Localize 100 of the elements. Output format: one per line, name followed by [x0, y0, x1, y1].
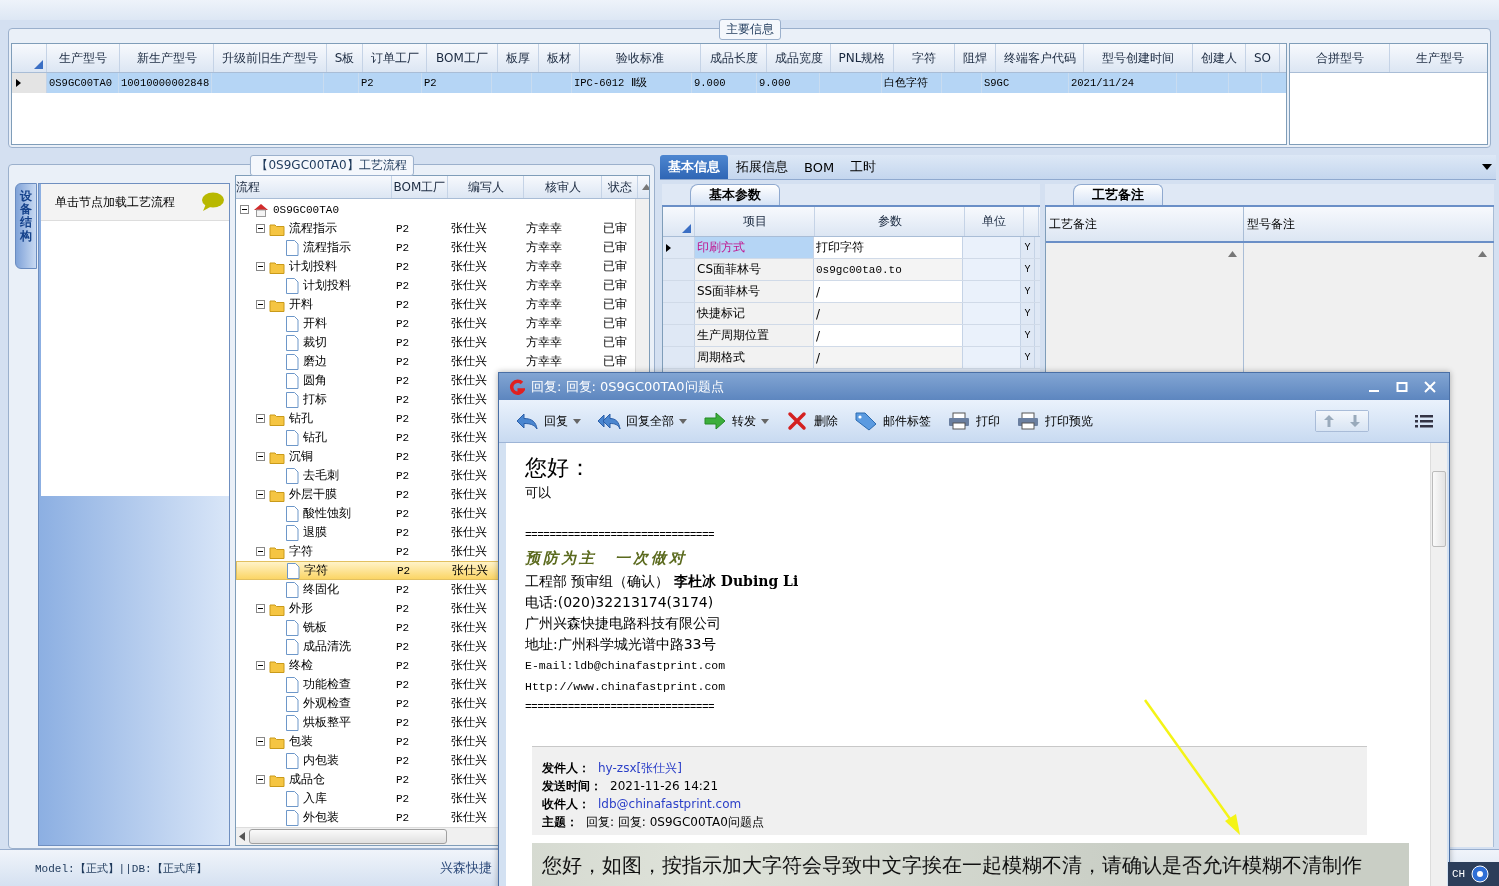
field-label: 发送时间： — [542, 778, 602, 795]
tree-node-label: 酸性蚀刻 — [303, 505, 351, 522]
table-cell: Y — [1021, 303, 1035, 324]
tree-node-label: 裁切 — [303, 334, 327, 351]
table-cell: 9.000 — [694, 77, 726, 89]
table-cell: P2 — [396, 241, 410, 254]
tree-node-label: 退膜 — [303, 524, 327, 541]
tree-node-label: 外层干膜 — [289, 486, 337, 503]
table-cell: P2 — [396, 260, 410, 273]
table-cell: 白色字符 — [884, 76, 928, 90]
table-cell: 张仕兴 — [451, 430, 487, 444]
table-cell: P2 — [396, 735, 410, 748]
tree-node-label: 沉铜 — [289, 448, 313, 465]
table-cell: 张仕兴 — [451, 734, 487, 748]
table-cell: Y — [1021, 347, 1035, 368]
tree-node-label: 包装 — [289, 733, 313, 750]
table-cell: P2 — [396, 545, 410, 558]
table-cell: P2 — [396, 279, 410, 292]
table-cell: 张仕兴 — [451, 791, 487, 805]
table-cell: 方幸幸 — [526, 354, 562, 368]
table-cell: IPC-6012 Ⅱ级 — [574, 76, 647, 90]
table-cell: 张仕兴 — [451, 392, 487, 406]
status-text: Model:【正式】||DB:【正式库】 — [34, 861, 208, 876]
table-cell: 张仕兴 — [451, 772, 487, 786]
tree-node-label: 打标 — [303, 391, 327, 408]
tree-node-label: 字符 — [304, 562, 328, 579]
tree-node-label: 去毛刺 — [303, 467, 339, 484]
signature-line: 电话:(020)32213174(3174) — [525, 593, 715, 612]
table-cell: 已审 — [603, 221, 627, 235]
tree-node-label: 成品仓 — [289, 771, 325, 788]
signature-line: E-mail:ldb@chinafastprint.com — [525, 658, 727, 674]
table-cell: 张仕兴 — [451, 639, 487, 653]
table-cell: Y — [1021, 237, 1035, 258]
table-cell: 张仕兴 — [451, 696, 487, 710]
table-cell: / — [814, 347, 963, 368]
tree-node-label: 烘板整平 — [303, 714, 351, 731]
table-cell: P2 — [396, 222, 410, 235]
table-cell: 已审 — [603, 278, 627, 292]
table-cell: 张仕兴 — [451, 278, 487, 292]
tree-node-label: 开料 — [289, 296, 313, 313]
table-cell: 方幸幸 — [526, 259, 562, 273]
table-cell: 已审 — [603, 316, 627, 330]
group-title: 【0S9GC00TA0】工艺流程 — [249, 155, 414, 176]
table-cell: P2 — [396, 393, 410, 406]
table-cell: 张仕兴 — [451, 658, 487, 672]
tree-node-label: 流程指示 — [303, 239, 351, 256]
table-cell: P2 — [396, 811, 410, 824]
table-cell: P2 — [396, 583, 410, 596]
table-cell: 张仕兴 — [451, 221, 487, 235]
table-cell: P2 — [396, 336, 410, 349]
table-cell: 张仕兴 — [451, 411, 487, 425]
table-cell: 张仕兴 — [451, 468, 487, 482]
table-cell: 已审 — [603, 335, 627, 349]
separator-text: =============================== — [525, 528, 716, 543]
table-cell: P2 — [396, 298, 410, 311]
table-cell: Y — [1021, 259, 1035, 280]
tree-node-label: 功能检查 — [303, 676, 351, 693]
table-cell: 打印字符 — [814, 237, 963, 258]
tree-node-label: 内包装 — [303, 752, 339, 769]
screenshot-text: 您好，如图，按指示加大字符会导致中文字挨在一起模糊不清，请确认是否允许模糊不清制作 — [541, 852, 1363, 879]
body-text: 可以 — [525, 484, 552, 502]
signature-line: 广州兴森快捷电路科技有限公司 — [525, 614, 722, 633]
table-cell: 张仕兴 — [451, 677, 487, 691]
table-cell: 9.000 — [759, 77, 791, 89]
table-cell: 已审 — [603, 259, 627, 273]
table-cell: 张仕兴 — [451, 601, 487, 615]
table-cell: 张仕兴 — [451, 449, 487, 463]
table-cell: P2 — [396, 469, 410, 482]
table-cell: 已审 — [603, 240, 627, 254]
table-cell: P2 — [396, 659, 410, 672]
table-cell: P2 — [424, 77, 437, 89]
table-cell: P2 — [396, 716, 410, 729]
tree-node-label: 圆角 — [303, 372, 327, 389]
status-text: 兴森快捷 — [440, 859, 492, 877]
table-cell: P2 — [396, 317, 410, 330]
tree-node-label: 外形 — [289, 600, 313, 617]
table-cell: 方幸幸 — [526, 335, 562, 349]
tree-node-label: 铣板 — [303, 619, 327, 636]
table-cell: P2 — [396, 412, 410, 425]
table-cell: / — [814, 303, 963, 324]
tree-node-label: 钻孔 — [303, 429, 327, 446]
table-cell: 张仕兴 — [451, 240, 487, 254]
tree-node-label: 开料 — [303, 315, 327, 332]
table-cell: 张仕兴 — [451, 525, 487, 539]
tree-node-label: 磨边 — [303, 353, 327, 370]
table-cell: 张仕兴 — [451, 354, 487, 368]
table-cell: 张仕兴 — [451, 715, 487, 729]
table-cell: 张仕兴 — [451, 506, 487, 520]
table-cell: 张仕兴 — [451, 544, 487, 558]
table-cell: 方幸幸 — [526, 297, 562, 311]
field-label: 主题： — [542, 814, 578, 831]
tree-node-label: 钻孔 — [289, 410, 313, 427]
table-cell: 张仕兴 — [451, 316, 487, 330]
table-cell: P2 — [396, 640, 410, 653]
table-cell: / — [814, 281, 963, 302]
table-cell: Y — [1021, 281, 1035, 302]
table-cell: P2 — [396, 678, 410, 691]
field-label: 发件人： — [542, 760, 590, 777]
table-cell: 已审 — [603, 297, 627, 311]
table-cell: 张仕兴 — [452, 563, 488, 577]
